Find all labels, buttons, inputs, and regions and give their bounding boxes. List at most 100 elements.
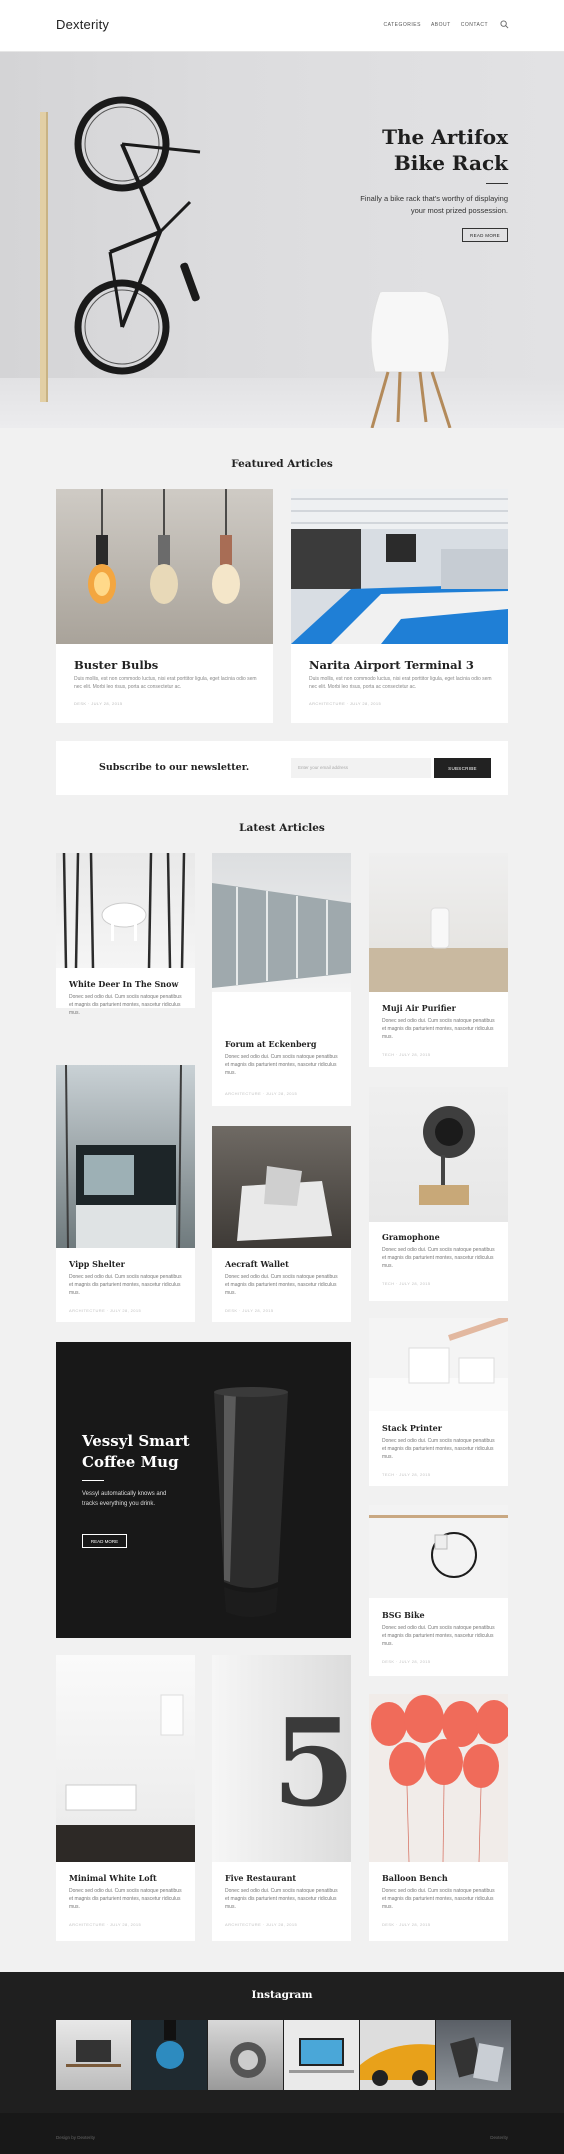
- article-card[interactable]: Gramophone Donec sed odio dui. Cum socii…: [369, 1087, 508, 1301]
- search-icon[interactable]: [500, 20, 509, 29]
- newsletter-email-input[interactable]: Enter your email address: [291, 758, 431, 778]
- hero-title-line-2: Bike Rack: [393, 151, 508, 175]
- article-meta: DESK · JULY 28, 2015: [225, 1308, 274, 1313]
- hero-read-more-button[interactable]: READ MORE: [462, 228, 508, 242]
- article-card[interactable]: White Deer In The Snow Donec sed odio du…: [56, 853, 195, 1016]
- article-title[interactable]: Forum at Eckenberg: [225, 1039, 316, 1049]
- article-image[interactable]: [56, 1655, 195, 1862]
- article-excerpt: Donec sed odio dui. Cum sociis natoque p…: [225, 1888, 338, 1910]
- featured-card[interactable]: Buster Bulbs Duis mollis, est non commod…: [56, 489, 273, 723]
- article-meta: TECH · JULY 28, 2015: [382, 1472, 431, 1477]
- article-title[interactable]: Five Restaurant: [225, 1873, 296, 1883]
- article-excerpt: Donec sed odio dui. Cum sociis natoque p…: [69, 994, 182, 1016]
- article-card[interactable]: Forum at Eckenberg Donec sed odio dui. C…: [212, 853, 351, 1106]
- article-card[interactable]: Muji Air Purifier Donec sed odio dui. Cu…: [369, 853, 508, 1067]
- article-image[interactable]: [56, 1065, 195, 1248]
- article-meta: ARCHITECTURE · JULY 28, 2015: [225, 1091, 298, 1096]
- article-image[interactable]: [212, 1126, 351, 1248]
- newsletter-title: Subscribe to our newsletter.: [99, 762, 250, 773]
- promo-title: Vessyl Smart Coffee Mug: [82, 1431, 190, 1473]
- featured-card-excerpt: Duis mollis, est non commodo luctus, nis…: [309, 676, 492, 690]
- article-image[interactable]: [369, 1318, 508, 1411]
- instagram-photo[interactable]: [208, 2020, 283, 2090]
- article-title[interactable]: Balloon Bench: [382, 1873, 448, 1883]
- article-title[interactable]: White Deer In The Snow: [69, 979, 178, 989]
- featured-image-bulbs[interactable]: [56, 489, 273, 644]
- promo-subtitle: Vessyl automatically knows and tracks ev…: [82, 1491, 167, 1507]
- instagram-photo[interactable]: [284, 2020, 359, 2090]
- instagram-photo[interactable]: [132, 2020, 207, 2090]
- svg-text:5: 5: [272, 1693, 351, 1834]
- article-excerpt: Donec sed odio dui. Cum sociis natoque p…: [69, 1888, 182, 1910]
- article-image[interactable]: [212, 853, 351, 992]
- featured-card-title[interactable]: Narita Airport Terminal 3: [309, 658, 474, 672]
- hero-banner: The Artifox Bike Rack Finally a bike rac…: [0, 52, 564, 428]
- nav-about[interactable]: ABOUT: [431, 22, 451, 28]
- instagram-section: Instagram: [0, 1972, 564, 2113]
- hero-title: The Artifox Bike Rack: [382, 124, 508, 176]
- article-excerpt: Donec sed odio dui. Cum sociis natoque p…: [69, 1274, 182, 1296]
- article-meta: DESK · JULY 28, 2015: [382, 1659, 431, 1664]
- article-card[interactable]: BSG Bike Donec sed odio dui. Cum sociis …: [369, 1505, 508, 1676]
- article-title[interactable]: Aecraft Wallet: [225, 1259, 289, 1269]
- article-meta: ARCHITECTURE · JULY 28, 2015: [225, 1922, 298, 1927]
- article-card[interactable]: Balloon Bench Donec sed odio dui. Cum so…: [369, 1694, 508, 1941]
- bike-rack-illustration: [40, 96, 201, 402]
- article-card[interactable]: Stack Printer Donec sed odio dui. Cum so…: [369, 1318, 508, 1486]
- article-card[interactable]: Minimal White Loft Donec sed odio dui. C…: [56, 1655, 195, 1941]
- site-logo[interactable]: Dexterity: [56, 17, 109, 32]
- promo-title-line-1: Vessyl Smart: [82, 1432, 190, 1450]
- instagram-photo[interactable]: [436, 2020, 511, 2090]
- article-image[interactable]: [369, 1505, 508, 1598]
- footer-brand[interactable]: Dexterity: [490, 2135, 508, 2140]
- article-excerpt: Donec sed odio dui. Cum sociis natoque p…: [382, 1625, 495, 1647]
- article-image[interactable]: [369, 1694, 508, 1862]
- article-meta: DESK · JULY 28, 2015: [382, 1922, 431, 1927]
- article-excerpt: Donec sed odio dui. Cum sociis natoque p…: [382, 1247, 495, 1269]
- article-title[interactable]: Minimal White Loft: [69, 1873, 157, 1883]
- article-card[interactable]: Vipp Shelter Donec sed odio dui. Cum soc…: [56, 1065, 195, 1322]
- article-title[interactable]: Stack Printer: [382, 1423, 442, 1433]
- promo-read-more-button[interactable]: READ MORE: [82, 1534, 127, 1548]
- instagram-photo[interactable]: [56, 2020, 131, 2090]
- article-title[interactable]: Gramophone: [382, 1232, 440, 1242]
- article-image[interactable]: [369, 1087, 508, 1222]
- article-image[interactable]: [56, 853, 195, 968]
- article-title[interactable]: Muji Air Purifier: [382, 1003, 456, 1013]
- article-meta: TECH · JULY 28, 2015: [382, 1052, 431, 1057]
- nav-contact[interactable]: CONTACT: [461, 22, 488, 28]
- chair-illustration: [370, 292, 452, 428]
- featured-card[interactable]: Narita Airport Terminal 3 Duis mollis, e…: [291, 489, 508, 723]
- featured-card-title[interactable]: Buster Bulbs: [74, 658, 158, 672]
- featured-image-airport[interactable]: [291, 489, 508, 644]
- main-nav: CATEGORIES ABOUT CONTACT: [384, 22, 488, 28]
- featured-card-excerpt: Duis mollis, est non commodo luctus, nis…: [74, 676, 257, 690]
- promo-title-line-2: Coffee Mug: [82, 1453, 179, 1471]
- subscribe-button[interactable]: SUBSCRIBE: [434, 758, 491, 778]
- newsletter-box: Subscribe to our newsletter. Enter your …: [56, 741, 508, 795]
- promo-vessyl[interactable]: Vessyl Smart Coffee Mug Vessyl automatic…: [56, 1342, 351, 1638]
- footer-credit[interactable]: Design by Dexterity: [56, 2135, 95, 2140]
- article-excerpt: Donec sed odio dui. Cum sociis natoque p…: [225, 1054, 338, 1076]
- article-card[interactable]: Aecraft Wallet Donec sed odio dui. Cum s…: [212, 1126, 351, 1322]
- hero-subtitle: Finally a bike rack that's worthy of dis…: [360, 194, 508, 215]
- article-card[interactable]: 5 Five Restaurant Donec sed odio dui. Cu…: [212, 1655, 351, 1941]
- featured-articles-title: Featured Articles: [231, 458, 333, 470]
- article-excerpt: Donec sed odio dui. Cum sociis natoque p…: [382, 1018, 495, 1040]
- instagram-photo[interactable]: [360, 2020, 435, 2090]
- article-excerpt: Donec sed odio dui. Cum sociis natoque p…: [382, 1438, 495, 1460]
- vessyl-mug-illustration: [214, 1387, 288, 1617]
- article-image[interactable]: 5: [212, 1655, 351, 1862]
- featured-card-meta: ARCHITECTURE · JULY 28, 2015: [309, 701, 382, 706]
- site-footer: Design by Dexterity Dexterity: [0, 2113, 564, 2154]
- article-meta: ARCHITECTURE · JULY 28, 2015: [69, 1308, 142, 1313]
- article-title[interactable]: Vipp Shelter: [69, 1259, 125, 1269]
- hero-divider: [486, 183, 508, 184]
- nav-categories[interactable]: CATEGORIES: [384, 22, 421, 28]
- site-header: Dexterity CATEGORIES ABOUT CONTACT: [0, 0, 564, 52]
- article-image[interactable]: [369, 853, 508, 992]
- article-excerpt: Donec sed odio dui. Cum sociis natoque p…: [225, 1274, 338, 1296]
- article-title[interactable]: BSG Bike: [382, 1610, 425, 1620]
- featured-card-meta: DESK · JULY 28, 2015: [74, 701, 123, 706]
- instagram-title: Instagram: [251, 1989, 313, 2001]
